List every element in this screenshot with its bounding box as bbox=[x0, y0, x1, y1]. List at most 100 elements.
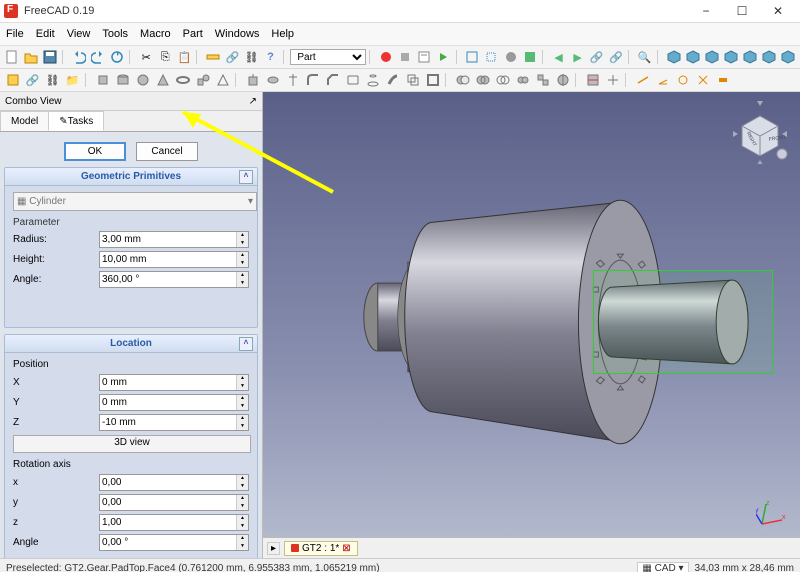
part-revolve-icon[interactable] bbox=[263, 71, 282, 90]
menu-file[interactable]: File bbox=[6, 28, 24, 40]
macro-record-icon[interactable] bbox=[377, 48, 395, 67]
document-tab[interactable]: GT2 : 1* ⊠ bbox=[284, 541, 358, 556]
part-shapebuilder-icon[interactable] bbox=[213, 71, 232, 90]
cancel-button[interactable]: Cancel bbox=[136, 142, 198, 161]
minimize-button[interactable]: − bbox=[688, 0, 724, 22]
part-section-icon[interactable] bbox=[583, 71, 602, 90]
rear-view-icon[interactable] bbox=[741, 48, 759, 67]
collapse-icon[interactable]: ˄ bbox=[239, 337, 253, 351]
bounding-box-icon[interactable] bbox=[521, 48, 539, 67]
bool-fragments-icon[interactable] bbox=[533, 71, 552, 90]
refresh-icon[interactable] bbox=[108, 48, 126, 67]
unlink-icon[interactable]: ⛓ bbox=[242, 48, 260, 67]
navigation-cube[interactable]: FRONT RIGHT bbox=[728, 100, 792, 164]
part-offset-icon[interactable] bbox=[403, 71, 422, 90]
right-view-icon[interactable] bbox=[722, 48, 740, 67]
bool-slice-icon[interactable] bbox=[553, 71, 572, 90]
measure-toggle-icon[interactable] bbox=[713, 71, 732, 90]
part-vargroup-icon[interactable]: 📁 bbox=[63, 71, 82, 90]
primitive-type-selector[interactable]: ▦ Cylinder▾ bbox=[13, 192, 257, 211]
nav-forward-icon[interactable]: ▶ bbox=[569, 48, 587, 67]
part-primitives-icon[interactable] bbox=[193, 71, 212, 90]
part-box-icon[interactable] bbox=[93, 71, 112, 90]
rot-z-input[interactable]: ▲▼ bbox=[99, 514, 249, 531]
whats-this-icon[interactable]: ? bbox=[261, 48, 279, 67]
nav-style-button[interactable]: ▦ CAD ▾ bbox=[637, 562, 688, 572]
menu-macro[interactable]: Macro bbox=[140, 28, 171, 40]
part-ruled-icon[interactable] bbox=[343, 71, 362, 90]
open-file-icon[interactable] bbox=[22, 48, 40, 67]
angle-input[interactable]: ▲▼ bbox=[99, 271, 249, 288]
front-view-icon[interactable] bbox=[684, 48, 702, 67]
part-extrude-icon[interactable] bbox=[243, 71, 262, 90]
iso-view-icon[interactable] bbox=[665, 48, 683, 67]
bottom-view-icon[interactable] bbox=[760, 48, 778, 67]
link-select-icon[interactable]: 🔗 bbox=[607, 48, 625, 67]
part-sweep-icon[interactable] bbox=[383, 71, 402, 90]
menu-view[interactable]: View bbox=[67, 28, 91, 40]
nav-back-icon[interactable]: ◀ bbox=[549, 48, 567, 67]
measure-linear-icon[interactable] bbox=[633, 71, 652, 90]
zoom-icon[interactable]: 🔍 bbox=[636, 48, 654, 67]
part-linkgroup-icon[interactable]: ⛓ bbox=[43, 71, 62, 90]
tab-start-icon[interactable]: ▸ bbox=[267, 542, 280, 555]
top-view-icon[interactable] bbox=[703, 48, 721, 67]
tab-close-icon[interactable]: ⊠ bbox=[342, 543, 350, 554]
ok-button[interactable]: OK bbox=[64, 142, 126, 161]
bool-intersect-icon[interactable] bbox=[493, 71, 512, 90]
tab-tasks[interactable]: ✎ Tasks bbox=[48, 111, 104, 131]
measure-icon[interactable] bbox=[204, 48, 222, 67]
part-chamfer-icon[interactable] bbox=[323, 71, 342, 90]
rot-angle-input[interactable]: ▲▼ bbox=[99, 534, 249, 551]
maximize-button[interactable]: ☐ bbox=[724, 0, 760, 22]
left-view-icon[interactable] bbox=[779, 48, 797, 67]
bool-connect-icon[interactable] bbox=[513, 71, 532, 90]
3d-viewport[interactable]: FRONT RIGHT x z y ▸ GT2 : 1* ⊠ bbox=[263, 92, 800, 558]
part-loft-icon[interactable] bbox=[363, 71, 382, 90]
part-link-icon[interactable]: 🔗 bbox=[23, 71, 42, 90]
new-file-icon[interactable] bbox=[3, 48, 21, 67]
draw-style-icon[interactable] bbox=[502, 48, 520, 67]
part-thickness-icon[interactable] bbox=[423, 71, 442, 90]
link-nav-icon[interactable]: 🔗 bbox=[588, 48, 606, 67]
bool-cut-icon[interactable] bbox=[453, 71, 472, 90]
rot-y-input[interactable]: ▲▼ bbox=[99, 494, 249, 511]
pos-z-input[interactable]: ▲▼ bbox=[99, 414, 249, 431]
part-mirror-icon[interactable] bbox=[283, 71, 302, 90]
panel-float-icon[interactable]: ↗ bbox=[249, 96, 257, 107]
macro-stop-icon[interactable] bbox=[396, 48, 414, 67]
view-fit-selection-icon[interactable] bbox=[482, 48, 500, 67]
part-sphere-icon[interactable] bbox=[133, 71, 152, 90]
measure-angular-icon[interactable] bbox=[653, 71, 672, 90]
part-fillet-icon[interactable] bbox=[303, 71, 322, 90]
link-icon[interactable]: 🔗 bbox=[223, 48, 241, 67]
radius-input[interactable]: ▲▼ bbox=[99, 231, 249, 248]
menu-part[interactable]: Part bbox=[183, 28, 203, 40]
close-button[interactable]: ✕ bbox=[760, 0, 796, 22]
bool-union-icon[interactable] bbox=[473, 71, 492, 90]
workbench-selector[interactable]: Part bbox=[290, 49, 366, 65]
copy-icon[interactable]: ⎘ bbox=[156, 48, 174, 67]
cut-icon[interactable]: ✂ bbox=[137, 48, 155, 67]
part-torus-icon[interactable] bbox=[173, 71, 192, 90]
save-icon[interactable] bbox=[41, 48, 59, 67]
paste-icon[interactable]: 📋 bbox=[175, 48, 193, 67]
part-group-icon[interactable] bbox=[3, 71, 22, 90]
pos-x-input[interactable]: ▲▼ bbox=[99, 374, 249, 391]
3d-view-button[interactable]: 3D view bbox=[13, 435, 251, 453]
measure-refresh-icon[interactable] bbox=[673, 71, 692, 90]
height-input[interactable]: ▲▼ bbox=[99, 251, 249, 268]
pos-y-input[interactable]: ▲▼ bbox=[99, 394, 249, 411]
menu-tools[interactable]: Tools bbox=[102, 28, 128, 40]
view-fit-icon[interactable] bbox=[463, 48, 481, 67]
part-cylinder-icon[interactable] bbox=[113, 71, 132, 90]
collapse-icon[interactable]: ˄ bbox=[239, 170, 253, 184]
part-cone-icon[interactable] bbox=[153, 71, 172, 90]
menu-help[interactable]: Help bbox=[271, 28, 294, 40]
menu-edit[interactable]: Edit bbox=[36, 28, 55, 40]
redo-icon[interactable] bbox=[89, 48, 107, 67]
rot-x-input[interactable]: ▲▼ bbox=[99, 474, 249, 491]
macro-run-icon[interactable] bbox=[434, 48, 452, 67]
macro-list-icon[interactable] bbox=[415, 48, 433, 67]
measure-clear-icon[interactable] bbox=[693, 71, 712, 90]
